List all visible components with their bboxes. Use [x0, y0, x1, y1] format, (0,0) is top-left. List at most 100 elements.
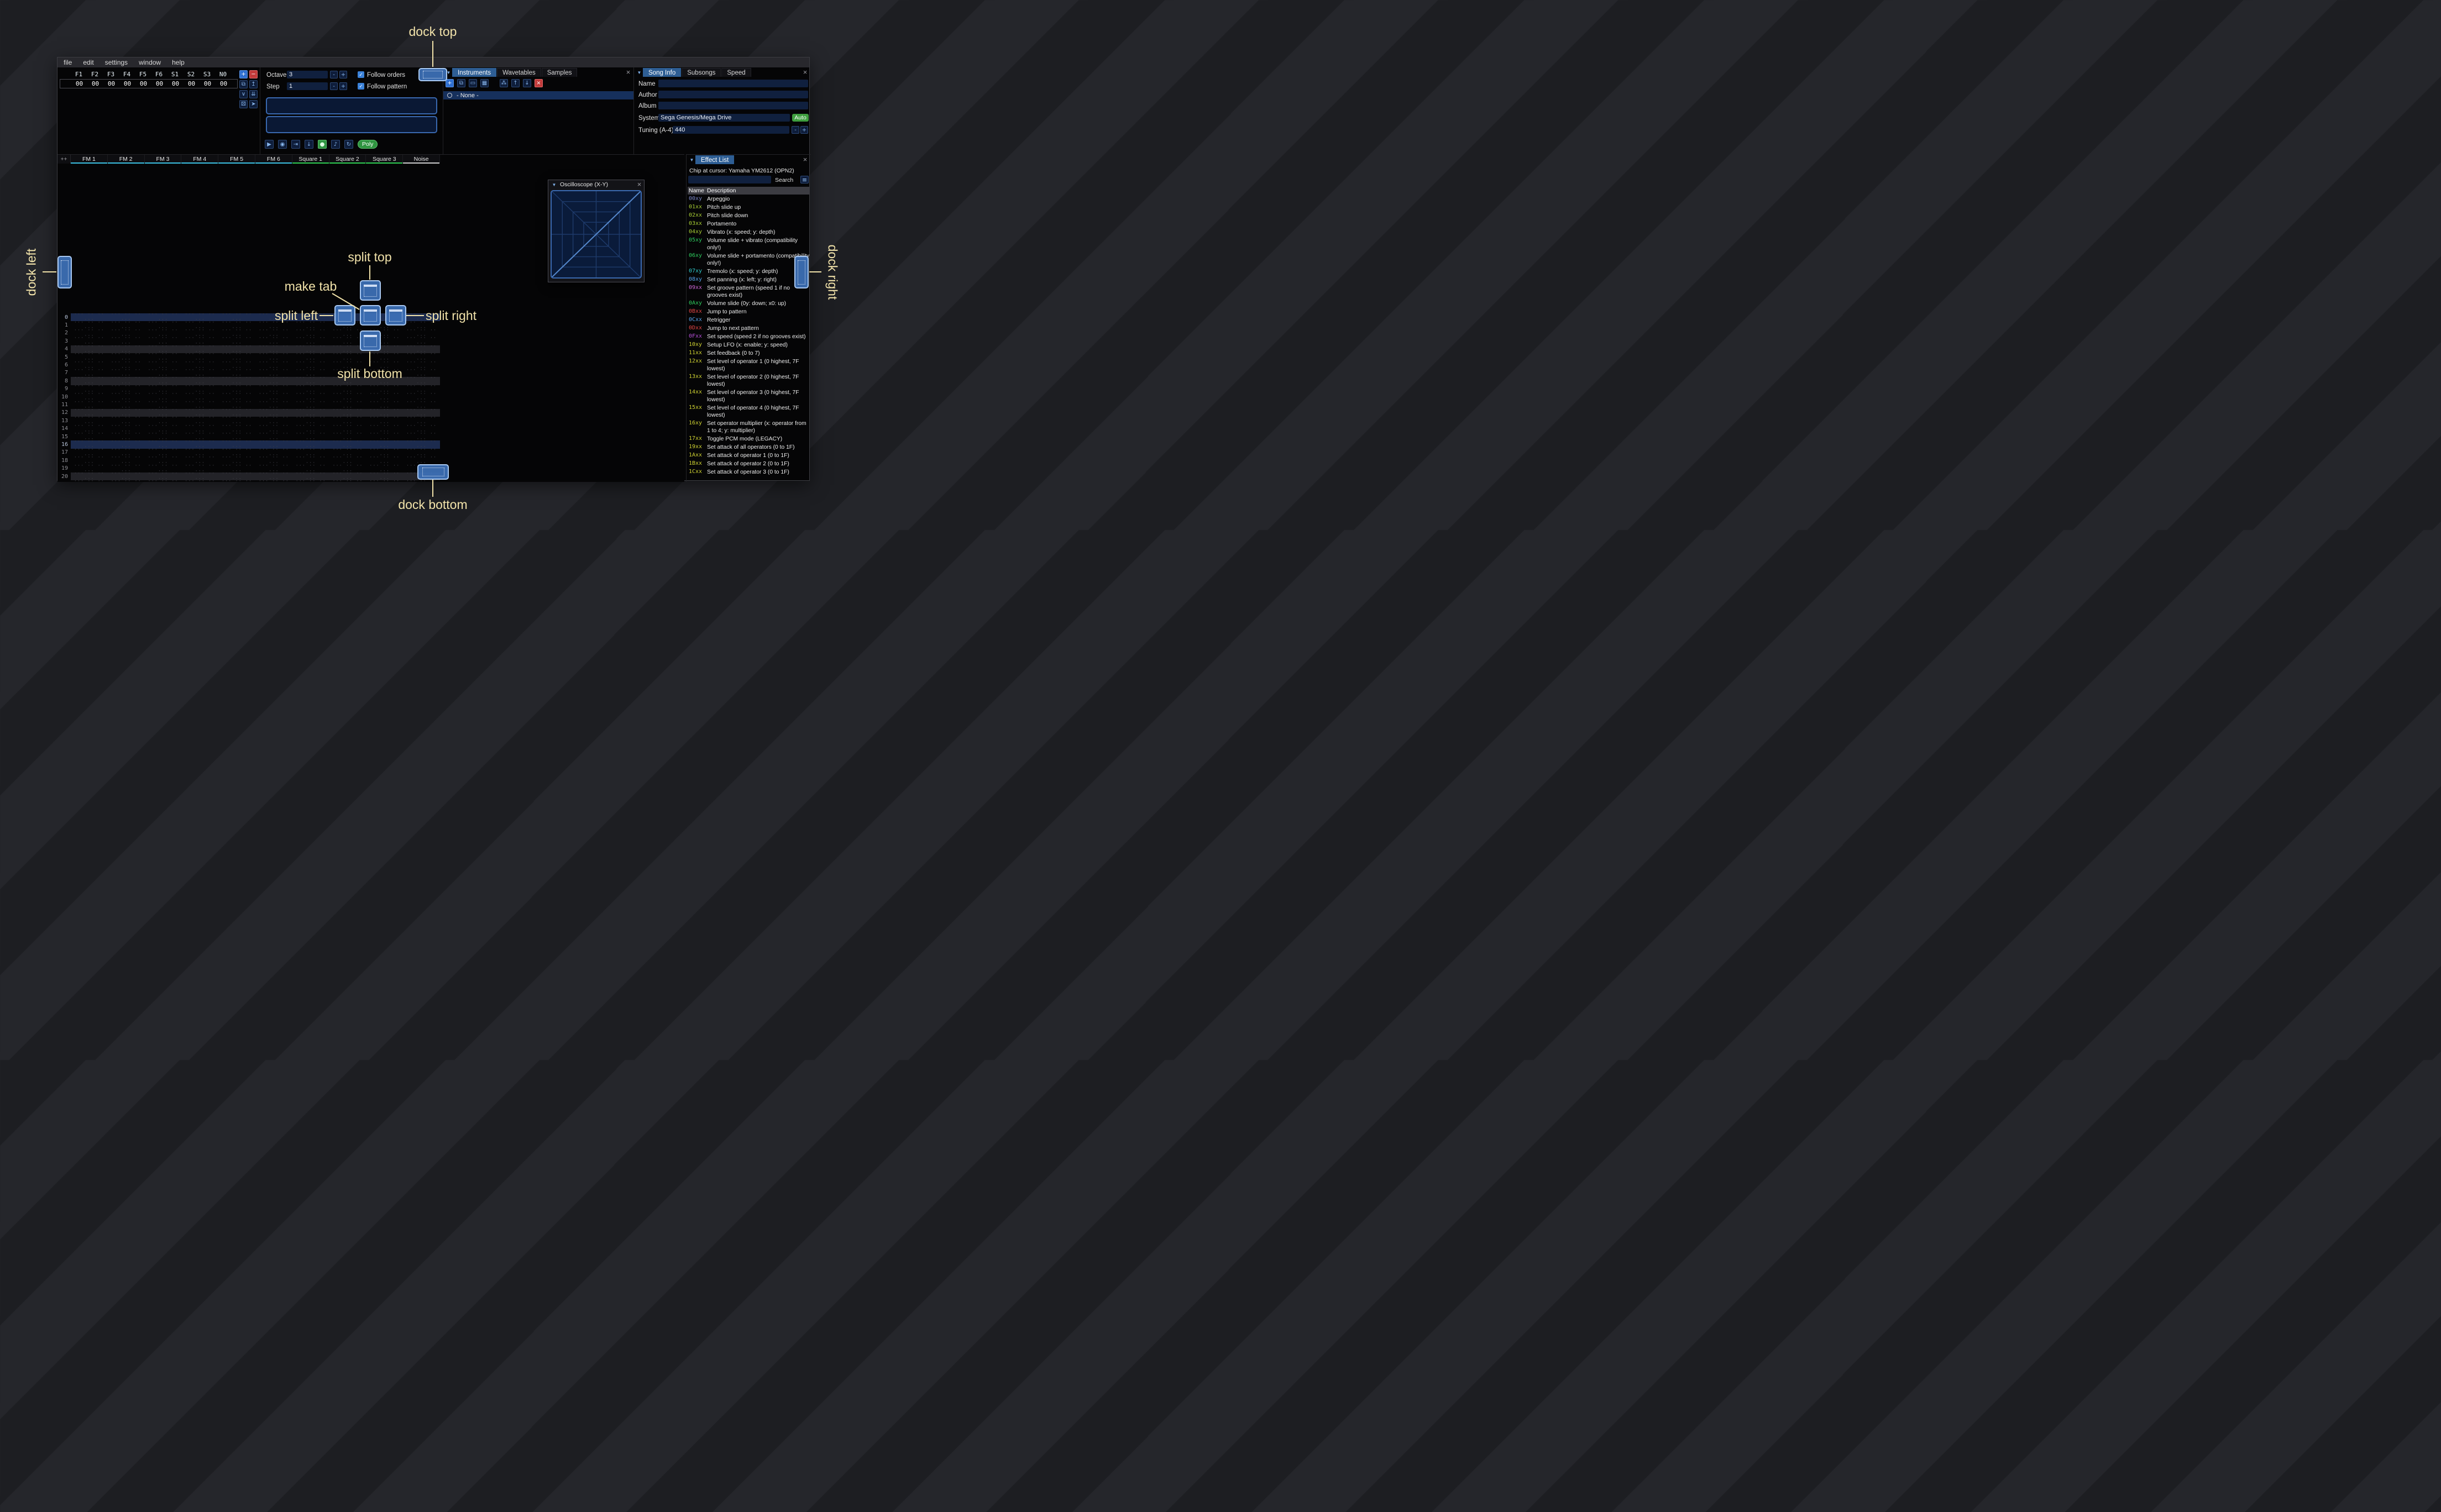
poly-button[interactable]: Poly: [358, 140, 378, 149]
effect-row-13xx[interactable]: 13xx Set level of operator 2 (0 highest, …: [688, 373, 810, 389]
order-cell-1[interactable]: 00: [87, 80, 103, 87]
save-instrument-button[interactable]: ▦: [480, 79, 489, 87]
order-cell-8[interactable]: 00: [200, 80, 216, 87]
effect-list-menu-button[interactable]: [800, 176, 809, 183]
pattern-cell[interactable]: ··· ·· ·· ···: [218, 479, 255, 482]
move-order-down-button[interactable]: ∨: [239, 90, 248, 98]
tuning-decrease-button[interactable]: -: [792, 126, 799, 134]
open-instrument-button[interactable]: ▭: [469, 79, 477, 87]
menu-help[interactable]: help: [172, 59, 185, 66]
octave-increase-button[interactable]: +: [339, 71, 347, 78]
effect-row-15xx[interactable]: 15xx Set level of operator 4 (0 highest, …: [688, 404, 810, 419]
pattern-cell[interactable]: ··· ·· ·· ···: [366, 479, 403, 482]
order-cell-0[interactable]: 00: [71, 80, 87, 87]
channel-header-square-1[interactable]: Square 1: [292, 155, 329, 164]
effect-row-0Fxx[interactable]: 0Fxx Set speed (speed 2 if no grooves exi…: [688, 333, 810, 341]
step-one-row-button[interactable]: ↓: [305, 140, 313, 149]
metronome-button[interactable]: ♪: [331, 140, 340, 149]
effect-row-19xx[interactable]: 19xx Set attack of all operators (0 to 1F…: [688, 443, 810, 452]
repeat-pattern-button[interactable]: ↻: [344, 140, 353, 149]
tuning-increase-button[interactable]: +: [800, 126, 808, 134]
pattern-cell[interactable]: ··· ·· ·· ···: [71, 479, 108, 482]
duplicate-order-deep-button[interactable]: ⇊: [249, 90, 258, 98]
dock-right-target[interactable]: [794, 256, 809, 288]
pattern-corner-button[interactable]: ++: [57, 155, 71, 164]
tab-speed[interactable]: Speed: [721, 68, 751, 77]
tuning-field[interactable]: [673, 126, 789, 134]
effect-row-1Cxx[interactable]: 1Cxx Set attack of operator 3 (0 to 1F): [688, 468, 810, 476]
song-author-field[interactable]: [658, 91, 808, 98]
pattern-cell[interactable]: ··· ·· ·· ···: [108, 479, 145, 482]
effect-row-09xx[interactable]: 09xx Set groove pattern (speed 1 if no gr…: [688, 284, 810, 300]
play-button[interactable]: ▶: [265, 140, 274, 149]
channel-header-square-2[interactable]: Square 2: [329, 155, 366, 164]
dock-left-target[interactable]: [57, 256, 72, 288]
channel-header-fm-4[interactable]: FM 4: [181, 155, 219, 164]
step-input[interactable]: [287, 82, 328, 90]
order-cell-7[interactable]: 00: [184, 80, 200, 87]
effect-row-11xx[interactable]: 11xx Set feedback (0 to 7): [688, 349, 810, 358]
split-left-target[interactable]: [334, 305, 355, 326]
split-right-target[interactable]: [385, 305, 406, 326]
tab-instruments[interactable]: Instruments: [452, 68, 497, 77]
effect-row-05xy[interactable]: 05xy Volume slide + vibrato (compatibilit…: [688, 237, 810, 252]
close-oscilloscope-button[interactable]: [636, 181, 643, 188]
song-album-field[interactable]: [658, 102, 808, 109]
effect-row-14xx[interactable]: 14xx Set level of operator 3 (0 highest, …: [688, 389, 810, 404]
menu-window[interactable]: window: [139, 59, 161, 66]
duplicate-order-button[interactable]: ⧉: [239, 80, 248, 88]
effect-row-07xy[interactable]: 07xy Tremolo (x: speed; y: depth): [688, 267, 810, 276]
octave-decrease-button[interactable]: -: [330, 71, 338, 78]
channel-header-fm-3[interactable]: FM 3: [144, 155, 182, 164]
channel-header-fm-5[interactable]: FM 5: [218, 155, 255, 164]
effect-row-06xy[interactable]: 06xy Volume slide + portamento (compatibi…: [688, 252, 810, 267]
oscilloscope-titlebar[interactable]: Oscilloscope (X-Y): [548, 180, 644, 189]
order-cell-4[interactable]: 00: [135, 80, 151, 87]
order-change-mode-button[interactable]: ⚄: [239, 100, 248, 108]
channel-header-noise[interactable]: Noise: [403, 155, 440, 164]
pattern-cell[interactable]: ··· ·· ·· ···: [181, 479, 218, 482]
move-order-up-button[interactable]: ↥: [249, 80, 258, 88]
instrument-list-item[interactable]: - None -: [443, 91, 634, 99]
effect-row-16xy[interactable]: 16xy Set operator multiplier (x: operator…: [688, 419, 810, 435]
effect-row-03xx[interactable]: 03xx Portamento: [688, 220, 810, 228]
delete-instrument-button[interactable]: ×: [535, 79, 543, 87]
order-edit-mode-button[interactable]: ➤: [249, 100, 258, 108]
tab-collapse-icon[interactable]: [688, 156, 695, 164]
effect-row-0Dxx[interactable]: 0Dxx Jump to next pattern: [688, 324, 810, 333]
remove-order-button[interactable]: −: [249, 70, 258, 78]
pattern-cell[interactable]: ··· ·· ·· ···: [255, 479, 292, 482]
effect-row-00xy[interactable]: 00xy Arpeggio: [688, 195, 810, 203]
make-tab-target[interactable]: [360, 305, 381, 326]
order-row[interactable]: 00 00 00 00 00 00 00 00 00 00: [60, 79, 238, 88]
close-song-info-panel-button[interactable]: [802, 69, 809, 76]
instrument-folders-button[interactable]: ⁂: [500, 79, 508, 87]
follow-pattern-checkbox[interactable]: [358, 83, 364, 90]
menu-settings[interactable]: settings: [105, 59, 128, 66]
menu-edit[interactable]: edit: [83, 59, 93, 66]
tab-collapse-icon[interactable]: [636, 69, 643, 77]
octave-input[interactable]: [287, 71, 328, 78]
close-effect-list-button[interactable]: [802, 156, 809, 163]
close-instruments-panel-button[interactable]: [625, 69, 632, 76]
dock-top-target[interactable]: [418, 68, 447, 81]
order-cell-5[interactable]: 00: [151, 80, 167, 87]
effect-row-10xy[interactable]: 10xy Setup LFO (x: enable; y: speed): [688, 341, 810, 349]
add-order-button[interactable]: +: [239, 70, 248, 78]
tab-subsongs[interactable]: Subsongs: [682, 68, 721, 77]
order-cell-9[interactable]: 00: [216, 80, 232, 87]
pattern-cell[interactable]: ··· ·· ·· ···: [292, 479, 329, 482]
tab-wavetables[interactable]: Wavetables: [497, 68, 541, 77]
system-field[interactable]: [658, 114, 790, 122]
step-decrease-button[interactable]: -: [330, 82, 338, 90]
menu-file[interactable]: file: [64, 59, 72, 66]
tab-effect-list[interactable]: Effect List: [695, 155, 735, 164]
effect-row-0Cxx[interactable]: 0Cxx Retrigger: [688, 316, 810, 324]
duplicate-instrument-button[interactable]: ⧉: [457, 79, 465, 87]
edit-toggle-button[interactable]: ●: [318, 140, 327, 149]
order-cell-3[interactable]: 00: [119, 80, 135, 87]
effect-row-1Axx[interactable]: 1Axx Set attack of operator 1 (0 to 1F): [688, 452, 810, 460]
play-pattern-button[interactable]: ◉: [278, 140, 287, 149]
channel-header-fm-6[interactable]: FM 6: [255, 155, 292, 164]
tab-song-info[interactable]: Song Info: [643, 68, 682, 77]
